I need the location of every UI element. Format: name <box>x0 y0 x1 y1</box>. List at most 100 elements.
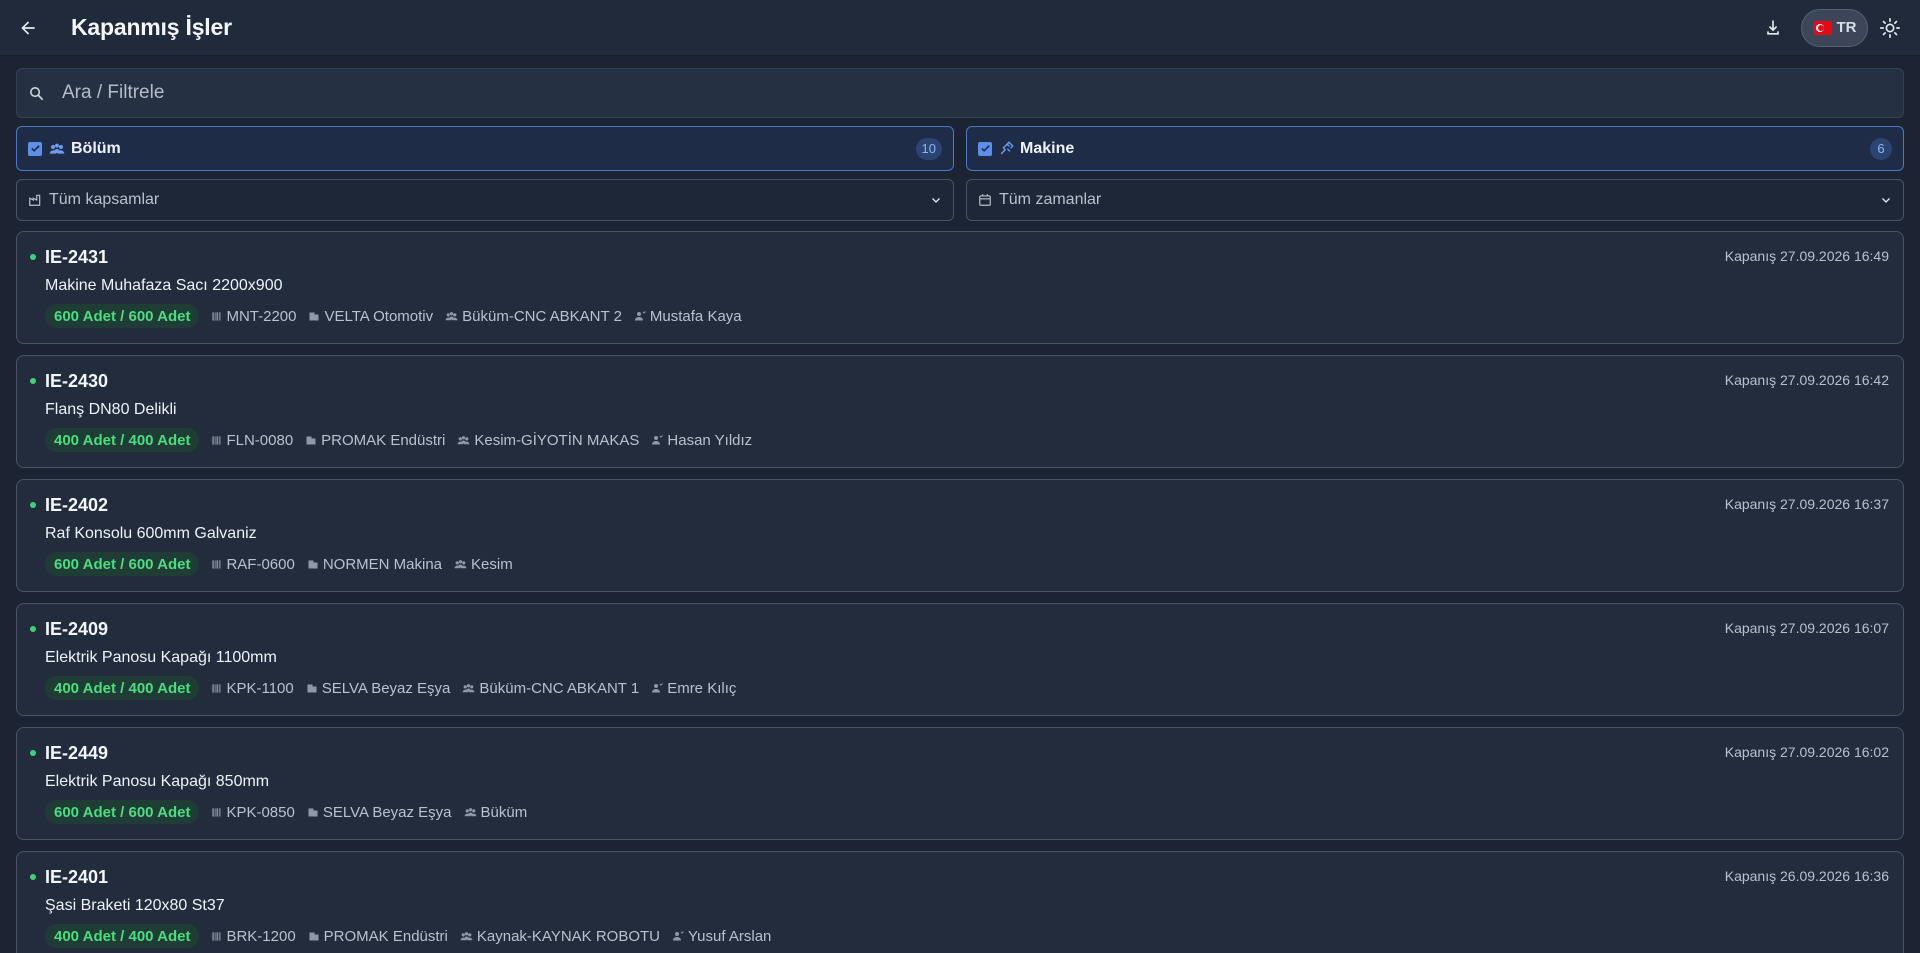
barcode-icon <box>211 807 222 818</box>
customer: PROMAK Endüstri <box>305 432 445 449</box>
product-code: MNT-2200 <box>211 308 296 325</box>
download-button[interactable] <box>1759 14 1787 42</box>
turkey-flag-icon <box>1812 20 1832 35</box>
job-id: IE-2449 <box>45 743 109 763</box>
job-name: Makine Muhafaza Sacı 2200x900 <box>45 277 283 294</box>
status-dot <box>30 626 36 632</box>
job-name: Raf Konsolu 600mm Galvaniz <box>45 525 257 542</box>
status-dot <box>30 750 36 756</box>
status-dot <box>30 254 36 260</box>
product-code: RAF-0600 <box>211 556 295 573</box>
operator: Emre Kılıç <box>651 680 736 697</box>
group-label: Bölüm <box>71 139 121 157</box>
building-icon <box>305 434 317 446</box>
count-badge: 10 <box>915 137 942 160</box>
customer: NORMEN Makina <box>307 556 442 573</box>
job-name: Flanş DN80 Delikli <box>45 401 177 418</box>
job-list: IE-2431 Kapanış 27.09.2026 16:49 Makine … <box>16 231 1904 953</box>
language-button[interactable]: TR <box>1801 8 1868 47</box>
person-icon <box>651 434 664 446</box>
quantity-badge: 600 Adet / 600 Adet <box>45 800 200 824</box>
job-card[interactable]: IE-2401 Kapanış 26.09.2026 16:36 Şasi Br… <box>16 851 1904 953</box>
factory-icon <box>28 193 42 207</box>
job-name: Elektrik Panosu Kapağı 1100mm <box>45 649 277 666</box>
building-icon <box>308 930 320 942</box>
station: Büküm <box>464 804 527 821</box>
status-dot <box>30 502 36 508</box>
checkbox-checked-icon[interactable] <box>28 141 42 156</box>
people-icon <box>460 931 473 942</box>
machine-icon <box>999 141 1014 156</box>
scope-select[interactable]: Tüm kapsamlar <box>16 179 954 221</box>
group-label: Makine <box>1020 139 1075 157</box>
product-code: KPK-1100 <box>211 680 294 697</box>
customer: SELVA Beyaz Eşya <box>307 804 452 821</box>
group-toggle-bolum[interactable]: Bölüm 10 <box>16 126 954 171</box>
download-icon <box>1763 18 1783 38</box>
job-card[interactable]: IE-2430 Kapanış 27.09.2026 16:42 Flanş D… <box>16 355 1904 468</box>
sun-icon <box>1879 17 1901 39</box>
search-input[interactable] <box>62 82 862 104</box>
job-card[interactable]: IE-2409 Kapanış 27.09.2026 16:07 Elektri… <box>16 603 1904 716</box>
building-icon <box>307 806 319 818</box>
job-meta: 600 Adet / 600 Adet RAF-0600 NORMEN Maki… <box>45 552 1891 576</box>
time-select[interactable]: Tüm zamanlar <box>966 179 1904 221</box>
quantity-badge: 400 Adet / 400 Adet <box>45 924 200 948</box>
job-meta: 400 Adet / 400 Adet KPK-1100 SELVA Beyaz… <box>45 676 1891 700</box>
page-title: Kapanmış İşler <box>71 14 232 40</box>
people-icon <box>445 311 458 322</box>
closed-time: Kapanış 27.09.2026 16:42 <box>1724 372 1889 388</box>
closed-time: Kapanış 27.09.2026 16:02 <box>1724 744 1889 760</box>
chevron-down-icon <box>1880 194 1892 206</box>
person-icon <box>651 682 664 694</box>
search-icon <box>28 85 45 102</box>
quantity-badge: 600 Adet / 600 Adet <box>45 552 200 576</box>
search-box <box>16 68 1904 118</box>
operator: Mustafa Kaya <box>634 308 742 325</box>
job-card[interactable]: IE-2431 Kapanış 27.09.2026 16:49 Makine … <box>16 231 1904 344</box>
station: Kesim-GİYOTİN MAKAS <box>457 432 639 449</box>
job-name: Şasi Braketi 120x80 St37 <box>45 897 225 914</box>
barcode-icon <box>211 559 222 570</box>
quantity-badge: 400 Adet / 400 Adet <box>45 676 200 700</box>
job-meta: 400 Adet / 400 Adet FLN-0080 PROMAK Endü… <box>45 428 1891 452</box>
people-icon <box>462 683 475 694</box>
time-value: Tüm zamanlar <box>999 191 1102 208</box>
operator: Hasan Yıldız <box>651 432 752 449</box>
checkbox-checked-icon[interactable] <box>978 141 992 156</box>
product-code: FLN-0080 <box>211 432 293 449</box>
job-id: IE-2402 <box>45 495 109 515</box>
closed-time: Kapanış 27.09.2026 16:37 <box>1724 496 1889 512</box>
arrow-left-icon <box>18 18 38 38</box>
language-label: TR <box>1836 19 1857 36</box>
closed-time: Kapanış 27.09.2026 16:49 <box>1724 248 1889 264</box>
station: Kesim <box>454 556 513 573</box>
job-meta: 600 Adet / 600 Adet MNT-2200 VELTA Otomo… <box>45 304 1891 328</box>
calendar-icon <box>978 193 992 207</box>
building-icon <box>307 558 319 570</box>
job-id: IE-2431 <box>45 247 109 267</box>
job-card[interactable]: IE-2402 Kapanış 27.09.2026 16:37 Raf Kon… <box>16 479 1904 592</box>
chevron-down-icon <box>930 194 942 206</box>
product-code: BRK-1200 <box>211 928 296 945</box>
people-icon <box>464 807 477 818</box>
closed-time: Kapanış 26.09.2026 16:36 <box>1724 868 1889 884</box>
group-toggle-makine[interactable]: Makine 6 <box>966 126 1904 171</box>
job-id: IE-2409 <box>45 619 109 639</box>
people-icon <box>457 435 470 446</box>
barcode-icon <box>211 683 222 694</box>
barcode-icon <box>211 931 222 942</box>
barcode-icon <box>211 435 222 446</box>
barcode-icon <box>211 311 222 322</box>
person-icon <box>672 930 684 942</box>
closed-time: Kapanış 27.09.2026 16:07 <box>1724 620 1889 636</box>
station: Büküm-CNC ABKANT 2 <box>445 308 622 325</box>
station: Büküm-CNC ABKANT 1 <box>462 680 639 697</box>
people-icon <box>454 559 467 570</box>
job-id: IE-2430 <box>45 371 109 391</box>
theme-toggle-button[interactable] <box>1876 14 1904 42</box>
job-card[interactable]: IE-2449 Kapanış 27.09.2026 16:02 Elektri… <box>16 727 1904 840</box>
back-button[interactable] <box>16 16 40 40</box>
status-dot <box>30 378 36 384</box>
top-bar: Kapanmış İşler TR <box>0 0 1920 56</box>
